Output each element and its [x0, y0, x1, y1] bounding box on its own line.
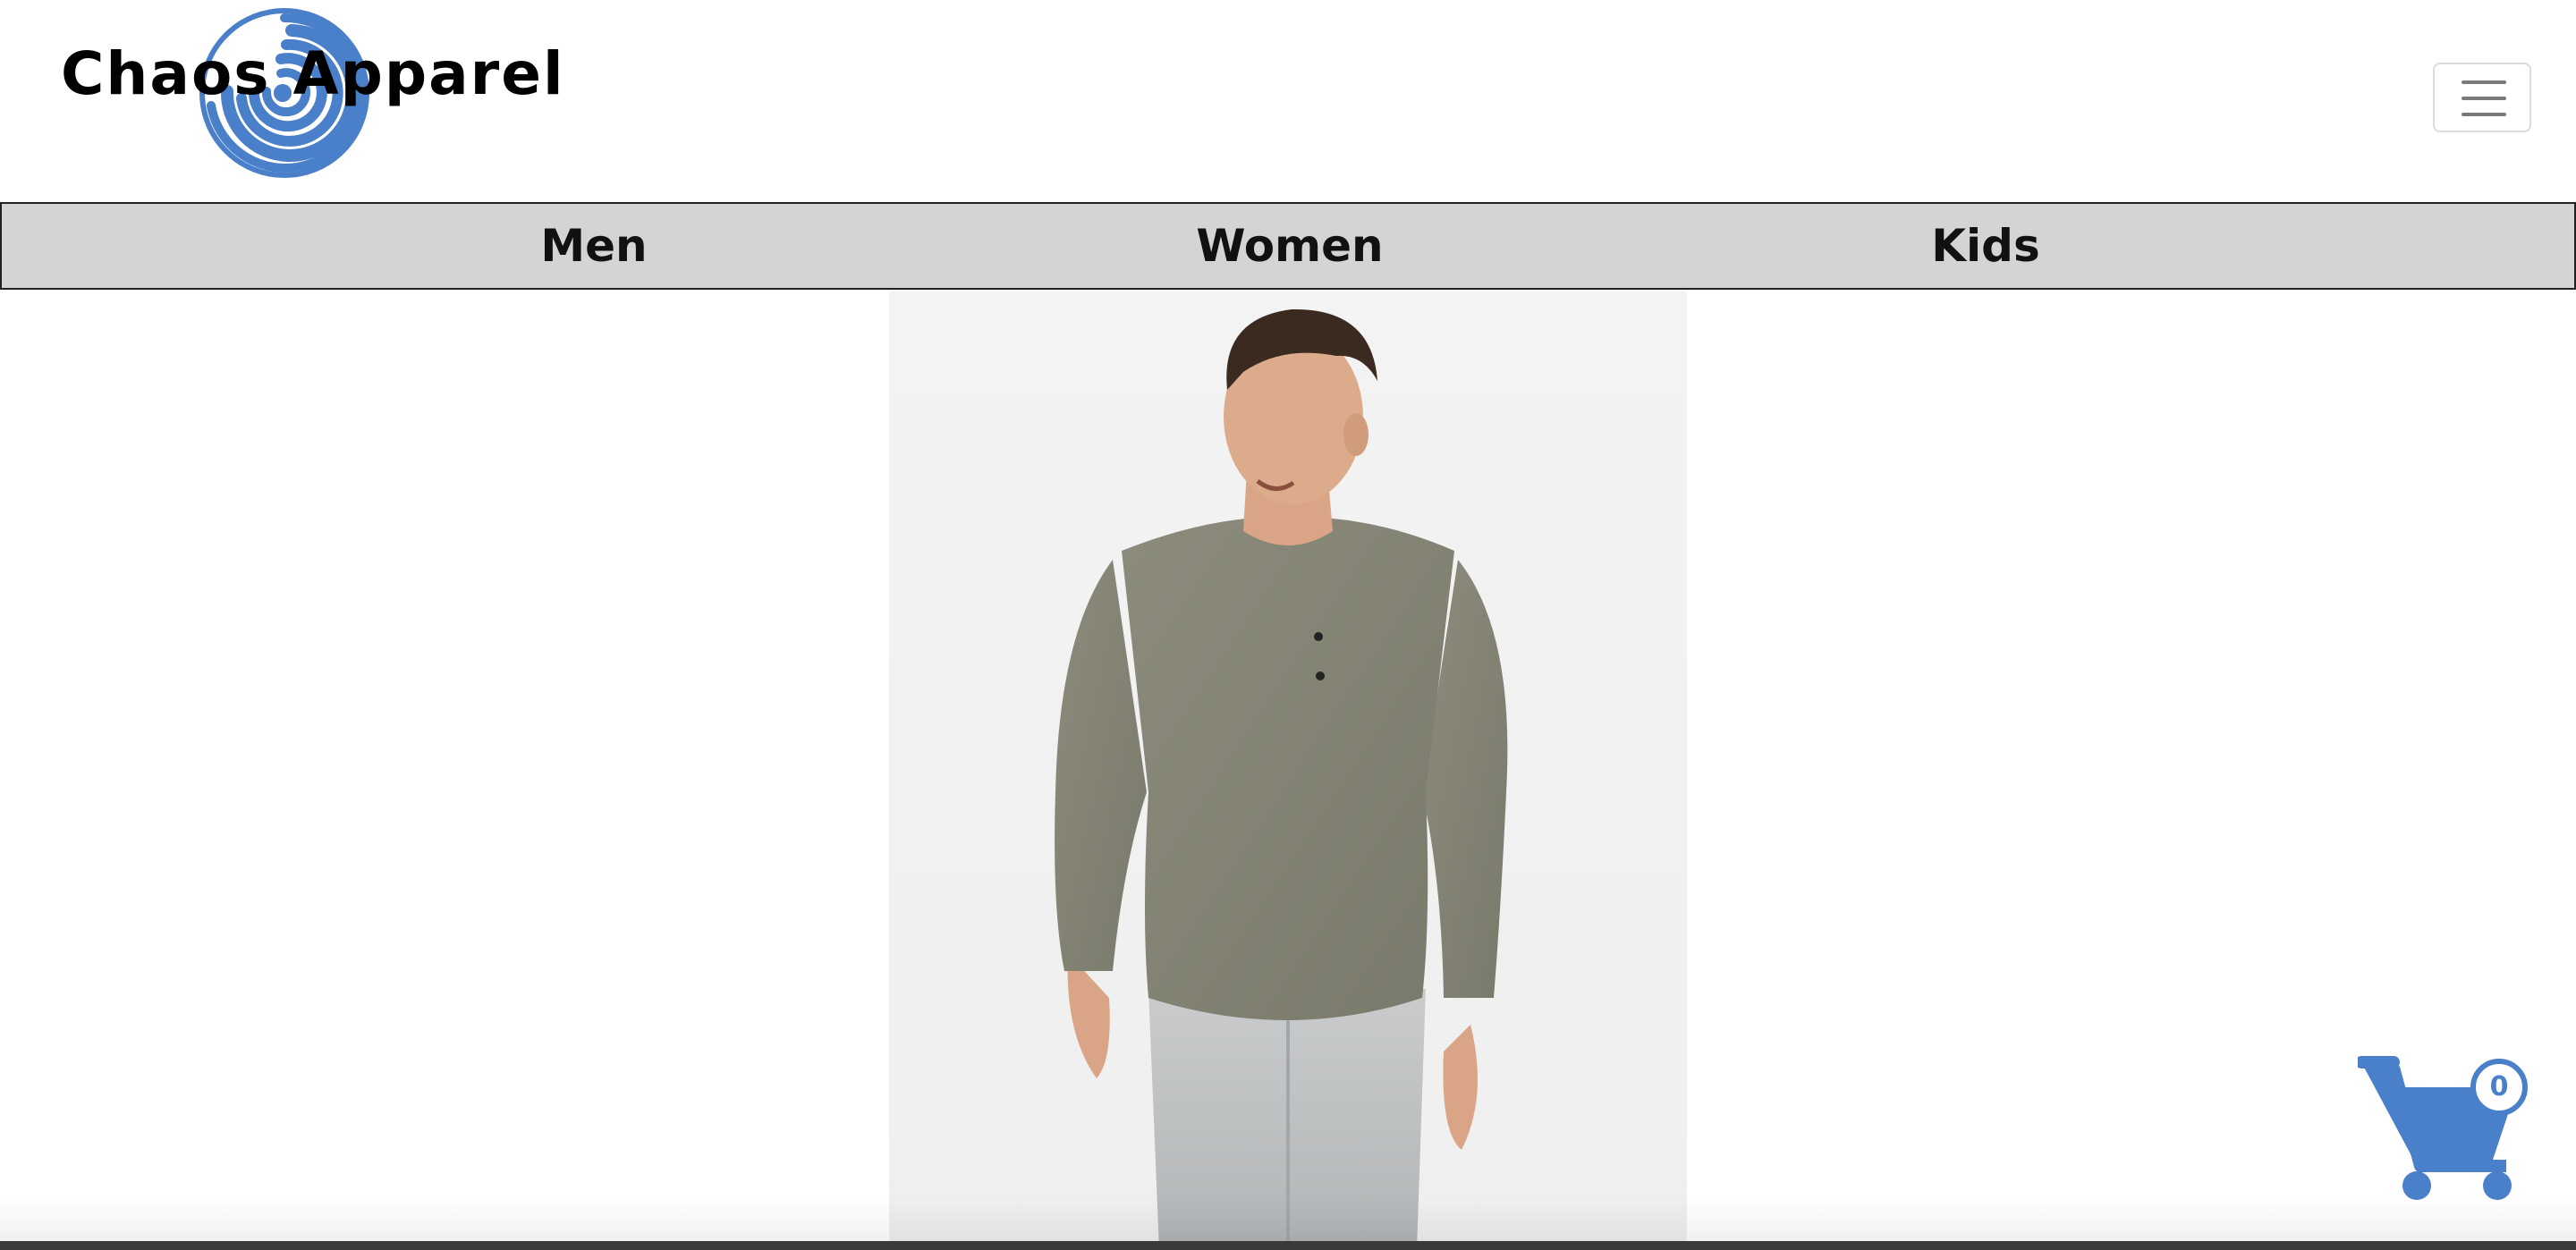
model-illustration [1055, 308, 1508, 1250]
page: Chaos Apparel Men Women Kids 0 [0, 0, 2576, 1250]
brand-name: Chaos Apparel [61, 39, 565, 108]
product-image[interactable] [889, 291, 1687, 1250]
brand-logo[interactable]: Chaos Apparel [52, 5, 564, 184]
hamburger-menu-button[interactable] [2433, 63, 2531, 132]
site-header: Chaos Apparel [0, 0, 2576, 202]
shopping-cart-button[interactable]: 0 [2355, 1052, 2537, 1204]
window-bottom-edge [0, 1241, 2576, 1250]
nav-item-men[interactable]: Men [504, 204, 683, 288]
nav-item-women[interactable]: Women [1156, 204, 1424, 288]
nav-item-kids[interactable]: Kids [1896, 204, 2075, 288]
category-nav: Men Women Kids [0, 202, 2576, 290]
cart-count-badge: 0 [2470, 1059, 2528, 1116]
